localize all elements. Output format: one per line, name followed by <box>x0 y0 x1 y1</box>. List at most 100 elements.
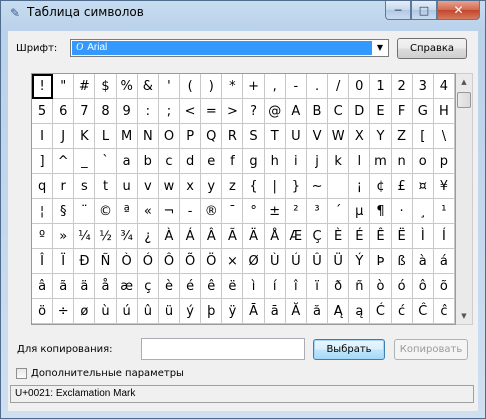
character-cell[interactable]: Ø <box>243 249 265 274</box>
character-cell[interactable]: ÿ <box>222 299 244 324</box>
character-cell[interactable]: P <box>180 124 202 149</box>
character-cell[interactable]: , <box>264 74 286 99</box>
character-cell[interactable]: æ <box>116 274 138 299</box>
character-cell[interactable]: Ü <box>328 249 350 274</box>
character-cell[interactable]: Ò <box>116 249 138 274</box>
character-cell[interactable]: ô <box>412 274 434 299</box>
character-cell[interactable]: J <box>53 124 75 149</box>
character-cell[interactable]: ® <box>201 199 223 224</box>
scroll-down-icon[interactable]: ▼ <box>456 308 472 324</box>
advanced-view-checkbox[interactable] <box>16 368 27 379</box>
character-cell[interactable]: ² <box>285 199 307 224</box>
character-cell[interactable]: Ó <box>137 249 159 274</box>
character-cell[interactable]: ± <box>264 199 286 224</box>
character-cell[interactable]: õ <box>433 274 455 299</box>
character-cell[interactable]: ¨ <box>74 199 96 224</box>
character-cell[interactable]: » <box>53 224 75 249</box>
character-cell[interactable]: : <box>137 99 159 124</box>
character-cell[interactable]: ą <box>349 299 371 324</box>
character-cell[interactable]: ý <box>180 299 202 324</box>
character-cell[interactable]: / <box>328 74 350 99</box>
character-cell[interactable]: ~ <box>306 174 329 199</box>
character-cell[interactable]: ¹ <box>433 199 455 224</box>
character-cell[interactable]: 3 <box>412 74 434 99</box>
character-cell[interactable]: f <box>222 149 244 174</box>
character-cell[interactable]: ` <box>95 149 117 174</box>
character-cell[interactable]: ] <box>32 149 54 174</box>
character-cell[interactable]: Ã <box>222 224 244 249</box>
character-cell[interactable]: È <box>328 224 350 249</box>
character-cell[interactable]: À <box>158 224 181 249</box>
character-cell[interactable] <box>328 174 350 199</box>
character-cell[interactable]: G <box>412 99 434 124</box>
character-cell[interactable]: â <box>32 274 54 299</box>
character-cell[interactable]: 2 <box>391 74 413 99</box>
character-cell[interactable]: i <box>285 149 307 174</box>
character-cell[interactable]: q <box>32 174 54 199</box>
character-cell[interactable]: ½ <box>95 224 117 249</box>
character-cell[interactable]: x <box>180 174 202 199</box>
character-cell[interactable]: E <box>370 99 392 124</box>
character-cell[interactable]: & <box>137 74 159 99</box>
character-cell[interactable]: { <box>243 174 265 199</box>
character-cell[interactable]: ö <box>32 299 54 324</box>
character-grid[interactable]: ! " # $% & '() * +, -./0 1 2 3 4 5 6 7 8 9:; < = >? @ A B C D E F G H… <box>31 73 456 325</box>
character-cell[interactable]: ÷ <box>53 299 75 324</box>
character-cell[interactable]: î <box>285 274 307 299</box>
character-cell[interactable]: ? <box>243 99 265 124</box>
character-cell[interactable]: ú <box>116 299 138 324</box>
character-cell[interactable]: ó <box>391 274 413 299</box>
character-cell[interactable]: ë <box>222 274 244 299</box>
character-cell[interactable]: © <box>95 199 117 224</box>
character-cell[interactable]: Õ <box>180 249 202 274</box>
character-cell[interactable]: d <box>180 149 202 174</box>
character-cell[interactable]: ´ <box>328 199 350 224</box>
character-cell[interactable]: ¬ <box>158 199 181 224</box>
character-cell[interactable]: ° <box>243 199 265 224</box>
character-cell[interactable]: Ç <box>306 224 329 249</box>
character-cell[interactable]: × <box>222 249 244 274</box>
character-cell[interactable]: ă <box>306 299 329 324</box>
maximize-button[interactable]: □ <box>411 1 437 20</box>
character-cell[interactable]: X <box>349 124 371 149</box>
character-cell[interactable]: « <box>137 199 159 224</box>
character-cell[interactable]: " <box>53 74 75 99</box>
character-cell[interactable]: r <box>53 174 75 199</box>
character-cell[interactable]: Ă <box>285 299 307 324</box>
character-cell[interactable]: ) <box>201 74 223 99</box>
character-cell[interactable]: m <box>370 149 392 174</box>
character-cell[interactable]: þ <box>201 299 223 324</box>
character-cell[interactable]: w <box>158 174 181 199</box>
character-cell[interactable]: T <box>264 124 286 149</box>
character-cell[interactable]: o <box>412 149 434 174</box>
character-cell[interactable]: Ï <box>53 249 75 274</box>
character-cell[interactable]: A <box>285 99 307 124</box>
character-cell[interactable]: Ö <box>201 249 223 274</box>
character-cell[interactable]: t <box>95 174 117 199</box>
character-cell[interactable]: ü <box>158 299 181 324</box>
character-cell[interactable]: H <box>433 99 455 124</box>
character-cell[interactable]: Æ <box>285 224 307 249</box>
copy-input[interactable] <box>141 338 305 360</box>
character-cell[interactable]: Û <box>306 249 329 274</box>
character-cell[interactable]: y <box>201 174 223 199</box>
help-button[interactable]: Справка <box>397 38 467 59</box>
character-cell[interactable]: > <box>222 99 244 124</box>
character-cell[interactable]: ¾ <box>116 224 138 249</box>
character-cell[interactable]: k <box>328 149 350 174</box>
character-cell[interactable]: V <box>306 124 329 149</box>
character-cell[interactable]: U <box>285 124 307 149</box>
scroll-up-icon[interactable]: ▲ <box>456 74 472 90</box>
character-cell[interactable]: l <box>349 149 371 174</box>
scroll-thumb[interactable] <box>457 92 471 108</box>
character-cell[interactable]: @ <box>264 99 286 124</box>
character-cell[interactable]: ì <box>243 274 265 299</box>
character-cell[interactable]: ¼ <box>74 224 96 249</box>
character-cell[interactable]: ø <box>74 299 96 324</box>
character-cell[interactable]: 1 <box>370 74 392 99</box>
character-cell[interactable]: ê <box>201 274 223 299</box>
character-cell[interactable]: ä <box>74 274 96 299</box>
character-cell[interactable]: - <box>285 74 307 99</box>
character-cell[interactable]: ' <box>158 74 181 99</box>
character-cell[interactable]: u <box>116 174 138 199</box>
